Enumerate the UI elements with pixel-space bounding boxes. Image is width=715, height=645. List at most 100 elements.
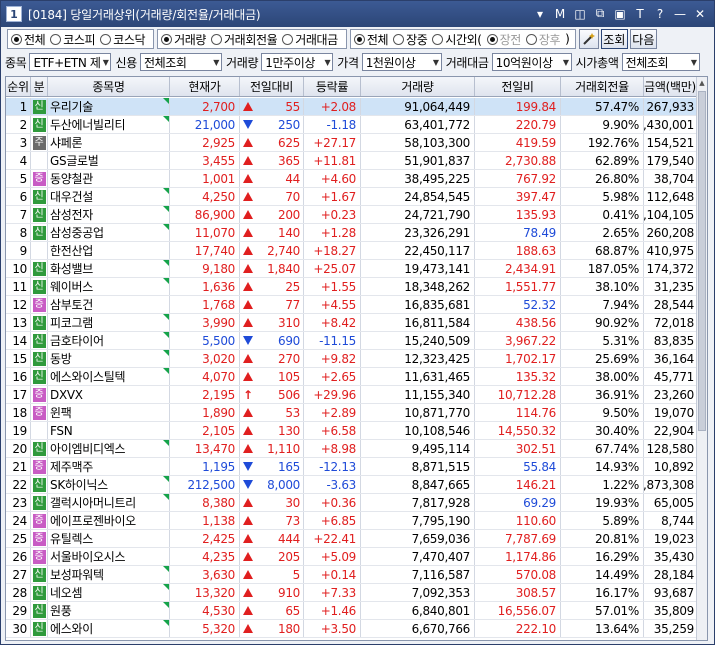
column-header[interactable]: 순위: [6, 77, 31, 96]
next-button[interactable]: 다음: [629, 29, 657, 49]
stock-name[interactable]: DXVX: [48, 386, 170, 403]
stock-name[interactable]: 금호타이어: [48, 332, 170, 349]
stock-name[interactable]: 에스와이: [48, 620, 170, 637]
condition-button[interactable]: [578, 29, 599, 49]
table-row[interactable]: 5 증 동양철관 1,001 44 +4.60 38,495,225 767.92 26.80%…: [6, 170, 696, 188]
column-header[interactable]: 분: [31, 77, 48, 96]
table-row[interactable]: 24 증 에이프로젠바이오 1,138 73 +6.85 7,795,190 110.60 5.…: [6, 512, 696, 530]
cap-select[interactable]: 전체조회 ▼: [621, 53, 700, 71]
market-radio-kospi[interactable]: 코스피: [50, 31, 96, 48]
column-header[interactable]: 거래량: [361, 77, 475, 96]
table-row[interactable]: 23 신 갤럭시아머니트리 8,380 30 +0.36 7,817,928 69.29 19.…: [6, 494, 696, 512]
table-row[interactable]: 8 신 삼성중공업 11,070 140 +1.28 23,326,291 78.49 2.65…: [6, 224, 696, 242]
table-row[interactable]: 29 신 원풍 4,530 65 +1.46 6,840,801 16,556.07 57.01…: [6, 602, 696, 620]
subsession-radio-post[interactable]: 장후: [525, 31, 561, 48]
memo-icon[interactable]: M: [552, 5, 568, 22]
table-row[interactable]: 26 증 서울바이오시스 4,235 205 +5.09 7,470,407 1,174.86…: [6, 548, 696, 566]
vertical-scrollbar[interactable]: ▲: [696, 77, 707, 640]
table-row[interactable]: 3 주 샤페론 2,925 625 +27.17 58,103,300 419.59 192.7…: [6, 134, 696, 152]
table-row[interactable]: 21 증 제주맥주 1,195 165 -12.13 8,871,515 55.84 14.93…: [6, 458, 696, 476]
table-row[interactable]: 25 증 유틸렉스 2,425 444 +22.41 7,659,036 7,787.69 20…: [6, 530, 696, 548]
stock-name[interactable]: 웨이버스: [48, 278, 170, 295]
stock-name[interactable]: 대우건설: [48, 188, 170, 205]
stock-name[interactable]: 서울바이오시스: [48, 548, 170, 565]
session-radio-all[interactable]: 전체: [353, 31, 388, 48]
stock-name[interactable]: 제주맥주: [48, 458, 170, 475]
stock-name[interactable]: 에스와이스틸텍: [48, 368, 170, 385]
table-row[interactable]: 27 신 보성파워텍 3,630 5 +0.14 7,116,587 570.08 14.49%…: [6, 566, 696, 584]
item-select[interactable]: ETF+ETN 제 ▼: [29, 53, 112, 71]
scroll-thumb[interactable]: [698, 91, 706, 431]
table-row[interactable]: 15 신 동방 3,020 270 +9.82 12,323,425 1,702.17 25.6…: [6, 350, 696, 368]
table-row[interactable]: 13 신 피코그램 3,990 310 +8.42 16,811,584 438.56 90.9…: [6, 314, 696, 332]
amount-select[interactable]: 10억원이상 ▼: [491, 53, 572, 71]
table-row[interactable]: 14 신 금호타이어 5,500 690 -11.15 15,240,509 3,967.22…: [6, 332, 696, 350]
stock-name[interactable]: 두산에너빌리티: [48, 116, 170, 133]
volume-select[interactable]: 1만주이상 ▼: [261, 53, 334, 71]
session-radio-afterhours[interactable]: 시간외(: [432, 31, 482, 48]
subsession-radio-pre[interactable]: 장전: [486, 31, 521, 48]
column-header[interactable]: 전일대비: [240, 77, 304, 96]
table-row[interactable]: 4 GS글로벌 3,455 365 +11.81 51,901,837 2,730.88 62…: [6, 152, 696, 170]
table-row[interactable]: 12 증 삼부토건 1,768 77 +4.55 16,835,681 52.32 7.94% 2…: [6, 296, 696, 314]
stock-name[interactable]: 유틸렉스: [48, 530, 170, 547]
stock-name[interactable]: 갤럭시아머니트리: [48, 494, 170, 511]
table-row[interactable]: 28 신 네오셈 13,320 910 +7.33 7,092,353 308.57 16.17…: [6, 584, 696, 602]
stock-name[interactable]: 네오셈: [48, 584, 170, 601]
table-row[interactable]: 17 증 DXVX 2,195 ↑ 506 +29.96 11,155,340 10,712.2…: [6, 386, 696, 404]
table-row[interactable]: 11 신 웨이버스 1,636 25 +1.55 18,348,262 1,551.77 38.…: [6, 278, 696, 296]
column-header[interactable]: 전일비: [475, 77, 561, 96]
sort-radio-turnover[interactable]: 거래회전율: [211, 31, 278, 48]
stock-name[interactable]: 삼부토건: [48, 296, 170, 313]
session-radio-intraday[interactable]: 장중: [393, 31, 428, 48]
table-row[interactable]: 20 신 아이엠비디엑스 13,470 1,110 +8.98 9,495,114 302.5…: [6, 440, 696, 458]
print-icon[interactable]: ▣: [612, 5, 628, 22]
table-row[interactable]: 22 신 SK하이닉스 212,500 8,000 -3.63 8,847,665 146.2…: [6, 476, 696, 494]
table-row[interactable]: 7 신 삼성전자 86,900 200 +0.23 24,721,790 135.93 0.41…: [6, 206, 696, 224]
stock-name[interactable]: 우리기술: [48, 98, 170, 115]
table-row[interactable]: 18 증 윈팩 1,890 53 +2.89 10,871,770 114.76 9.50% 19…: [6, 404, 696, 422]
market-radio-all[interactable]: 전체: [11, 31, 46, 48]
stock-name[interactable]: 원풍: [48, 602, 170, 619]
price-select[interactable]: 1천원이상 ▼: [361, 53, 442, 71]
column-header[interactable]: 종목명: [48, 77, 170, 96]
stock-name[interactable]: SK하이닉스: [48, 476, 170, 493]
column-header[interactable]: 금액(백만): [644, 77, 696, 96]
table-row[interactable]: 1 신 우리기술 2,700 55 +2.08 91,064,449 199.84 57.47%…: [6, 98, 696, 116]
sort-radio-volume[interactable]: 거래량: [161, 31, 206, 48]
sort-radio-amount[interactable]: 거래대금: [282, 31, 338, 48]
column-header[interactable]: 거래회전율: [561, 77, 644, 96]
stock-name[interactable]: GS글로벌: [48, 152, 170, 169]
stock-name[interactable]: FSN: [48, 422, 170, 439]
copy-icon[interactable]: ⧉: [592, 5, 608, 22]
query-button[interactable]: 조회: [600, 29, 628, 49]
dropdown-icon[interactable]: ▾: [532, 5, 548, 22]
stock-name[interactable]: 화성밸브: [48, 260, 170, 277]
minimize-icon[interactable]: —: [672, 5, 688, 22]
table-row[interactable]: 19 FSN 2,105 130 +6.58 10,108,546 14,550.32 30.…: [6, 422, 696, 440]
table-row[interactable]: 6 신 대우건설 4,250 70 +1.67 24,854,545 397.47 5.98% 1…: [6, 188, 696, 206]
table-row[interactable]: 30 신 에스와이 5,320 180 +3.50 6,670,766 222.10 13.64…: [6, 620, 696, 638]
stock-name[interactable]: 윈팩: [48, 404, 170, 421]
table-row[interactable]: 16 신 에스와이스틸텍 4,070 105 +2.65 11,631,465 135.32 3…: [6, 368, 696, 386]
scroll-up-icon[interactable]: ▲: [697, 77, 707, 89]
stock-name[interactable]: 에이프로젠바이오: [48, 512, 170, 529]
stock-name[interactable]: 동양철관: [48, 170, 170, 187]
stock-name[interactable]: 보성파워텍: [48, 566, 170, 583]
credit-select[interactable]: 전체조회 ▼: [139, 53, 222, 71]
market-radio-kosdaq[interactable]: 코스닥: [100, 31, 146, 48]
stock-name[interactable]: 동방: [48, 350, 170, 367]
stock-name[interactable]: 한전산업: [48, 242, 170, 259]
column-header[interactable]: 현재가: [170, 77, 240, 96]
stock-name[interactable]: 아이엠비디엑스: [48, 440, 170, 457]
help-icon[interactable]: ?: [652, 5, 668, 22]
stock-name[interactable]: 샤페론: [48, 134, 170, 151]
table-row[interactable]: 10 신 화성밸브 9,180 1,840 +25.07 19,473,141 2,434.9…: [6, 260, 696, 278]
font-icon[interactable]: T: [632, 5, 648, 22]
table-row[interactable]: 2 신 두산에너빌리티 21,000 250 -1.18 63,401,772 220.79 9…: [6, 116, 696, 134]
stock-name[interactable]: 피코그램: [48, 314, 170, 331]
stock-name[interactable]: 삼성전자: [48, 206, 170, 223]
column-header[interactable]: 등락률: [304, 77, 361, 96]
link-icon[interactable]: ◫: [572, 5, 588, 22]
stock-name[interactable]: 삼성중공업: [48, 224, 170, 241]
